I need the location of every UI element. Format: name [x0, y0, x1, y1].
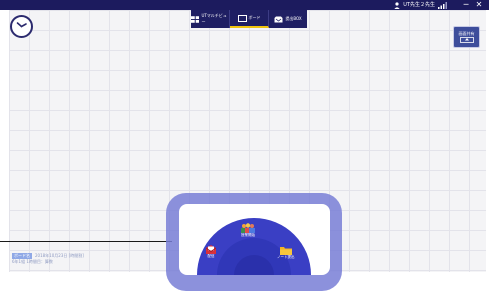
user-status: UT先生２先生: [394, 0, 447, 10]
tab-multiview-label: UTマルチビュー: [201, 13, 227, 24]
status-area: ボード名 2018年10月23日 [時間割] 6年1組 1時間目：算数: [12, 253, 84, 265]
user-name: UT先生２先生: [403, 2, 435, 8]
menu-item-distribute-label: 配信: [207, 254, 215, 258]
minimize-button[interactable]: ─: [461, 0, 471, 10]
menu-item-note-submit-label: ノート提出: [277, 255, 295, 259]
grid-icon: [191, 15, 200, 23]
signal-icon: [438, 1, 447, 9]
menu-item-distribute[interactable]: 配信: [206, 245, 216, 258]
clock-icon: [16, 22, 27, 28]
screen-share-button[interactable]: 画面共有: [453, 26, 480, 48]
folder-icon: [279, 247, 292, 255]
distribute-icon: [206, 245, 216, 254]
screen-share-icon: [459, 37, 474, 43]
radial-menu-container: 授業開始 配信 ノート提出: [179, 204, 330, 275]
board-icon: [237, 14, 247, 22]
close-button[interactable]: ✕: [474, 0, 484, 10]
radial-menu: [197, 218, 311, 275]
tab-multiview[interactable]: UTマルチビュー: [191, 10, 230, 28]
tab-board[interactable]: ボード: [230, 10, 269, 28]
tab-submission-box-label: 提出BOX: [285, 16, 302, 21]
user-icon: [394, 1, 400, 9]
pointer-line: [0, 241, 172, 242]
tab-bar: UTマルチビュー ボード 提出BOX: [191, 10, 307, 28]
menu-item-class-start-label: 授業開始: [241, 233, 255, 237]
tab-board-label: ボード: [248, 15, 261, 20]
menu-item-note-submit[interactable]: ノート提出: [277, 246, 295, 259]
tab-submission-box[interactable]: 提出BOX: [269, 10, 307, 28]
inbox-icon: [274, 16, 283, 22]
status-period: 6年1組 1時間目：算数: [12, 259, 53, 264]
menu-item-class-start[interactable]: 授業開始: [240, 223, 256, 237]
clock-button[interactable]: [10, 15, 33, 38]
class-start-icon: [241, 223, 255, 233]
